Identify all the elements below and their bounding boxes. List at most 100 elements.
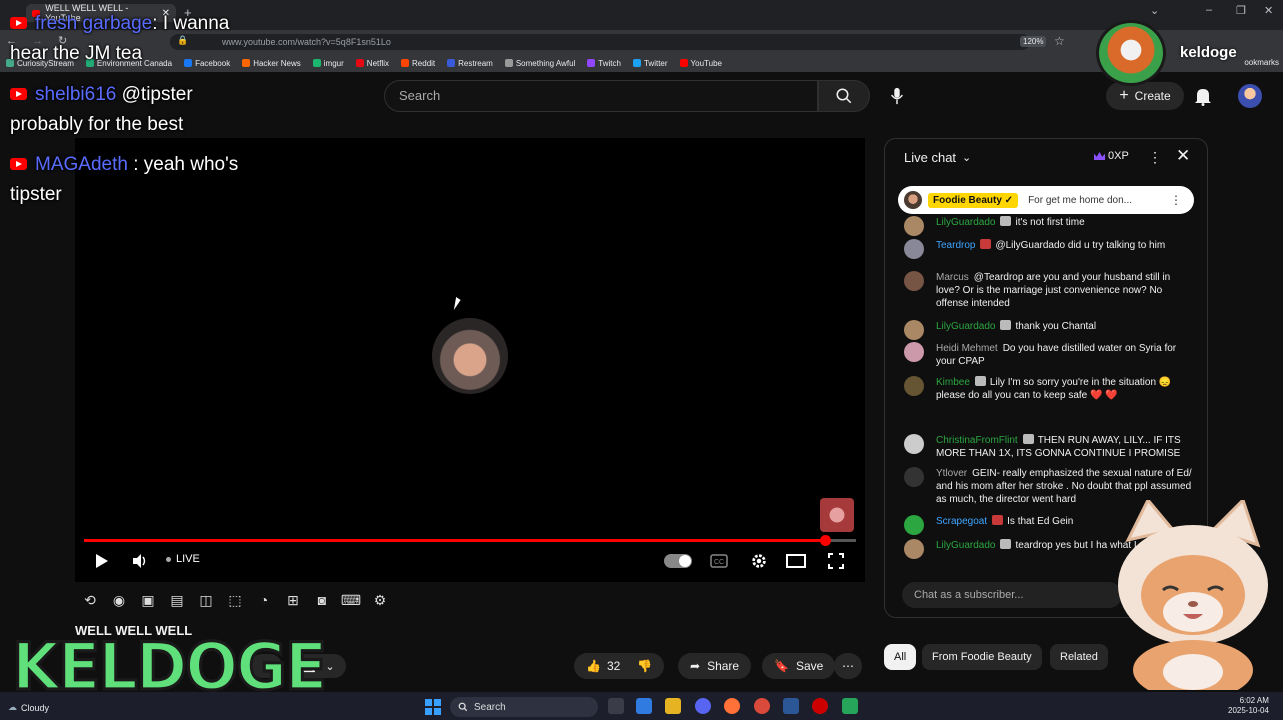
chat-username[interactable]: Ytlover	[936, 468, 967, 479]
create-button[interactable]: + Create	[1106, 82, 1184, 110]
account-avatar[interactable]	[1238, 84, 1262, 108]
bookmark-label: Twitter	[643, 58, 668, 68]
theater-mode-button[interactable]	[785, 551, 807, 571]
keyboard-icon[interactable]: ⌨	[341, 590, 361, 610]
chat-message[interactable]: Kimbee Lily I'm so sorry you're in the si…	[904, 376, 1194, 402]
chat-username[interactable]: LilyGuardado	[936, 217, 995, 228]
notifications-button[interactable]	[1194, 86, 1212, 111]
progress-scrubber-handle[interactable]	[820, 535, 831, 546]
pinned-more-icon[interactable]: ⋮	[1170, 193, 1182, 207]
media-app-icon[interactable]	[754, 698, 770, 714]
file-explorer-icon[interactable]	[665, 698, 681, 714]
like-button[interactable]: 👍 32	[586, 659, 620, 673]
chat-message[interactable]: Marcus @Teardrop are you and your husband…	[904, 271, 1194, 310]
minimize-icon[interactable]: –	[1206, 4, 1212, 16]
chip-related[interactable]: Related	[1050, 644, 1108, 670]
chat-message[interactable]: Teardrop @LilyGuardado did u try talking …	[904, 239, 1194, 259]
bookmark-item[interactable]: Reddit	[401, 59, 435, 68]
bookmark-item[interactable]: Twitter	[632, 58, 668, 68]
chat-username[interactable]: LilyGuardado	[936, 321, 995, 332]
close-window-icon[interactable]: ✕	[1264, 4, 1273, 17]
taskbar-clock[interactable]: 6:02 AM 2025-10-04	[1228, 696, 1269, 716]
word-icon[interactable]	[783, 698, 799, 714]
overlay-text: yeah who's	[143, 154, 239, 175]
crop-icon[interactable]: ⬚	[225, 590, 245, 610]
zoom-indicator[interactable]: 120%	[1020, 36, 1047, 47]
chat-avatar	[904, 216, 924, 236]
chat-username[interactable]: Marcus	[936, 272, 969, 283]
bookmark-item[interactable]: imgur	[312, 59, 344, 68]
bookmark-item[interactable]: Something Awful	[504, 59, 575, 68]
settings-button[interactable]	[748, 550, 770, 572]
chat-text: Lily I'm so sorry you're in the situatio…	[936, 377, 1172, 401]
bookmark-item[interactable]: Netflix	[355, 59, 389, 68]
live-chat-header[interactable]: Live chat ⌄	[904, 150, 971, 165]
add-clip-icon[interactable]: ⊞	[283, 590, 303, 610]
audio-icon[interactable]: ◉	[109, 590, 129, 610]
copilot-icon[interactable]	[636, 698, 652, 714]
clapperboard-icon[interactable]: ▤	[167, 590, 187, 610]
bookmark-item[interactable]: Twitch	[587, 59, 621, 68]
fullscreen-button[interactable]	[825, 551, 847, 571]
chat-avatar	[904, 239, 924, 259]
bookmark-item[interactable]: YouTube	[679, 59, 722, 68]
bookmark-star-icon[interactable]: ☆	[1054, 34, 1065, 48]
chip-from-channel[interactable]: From Foodie Beauty	[922, 644, 1042, 670]
chip-all[interactable]: All	[884, 644, 917, 670]
pinned-message[interactable]: Foodie Beauty ✓ For get me home don... ⋮	[898, 186, 1194, 214]
taskbar-search[interactable]: Search	[450, 697, 598, 717]
pip-icon[interactable]: ◫	[196, 590, 216, 610]
chat-username[interactable]: Kimbee	[936, 377, 970, 388]
start-button[interactable]	[425, 699, 441, 715]
volume-button[interactable]	[130, 551, 150, 571]
bookmark-item[interactable]: Restream	[447, 59, 493, 68]
chat-more-icon[interactable]: ⋮	[1148, 149, 1162, 166]
camera-icon[interactable]: ◙	[312, 590, 332, 610]
chat-username[interactable]: LilyGuardado	[936, 540, 995, 551]
speed-icon[interactable]: ◔	[254, 590, 274, 610]
chat-username[interactable]: ChristinaFromFlint	[936, 435, 1018, 446]
voice-search-button[interactable]	[880, 80, 914, 112]
share-icon: ➦	[690, 659, 701, 673]
youtube-app-icon[interactable]	[812, 698, 828, 714]
extension-gear-icon[interactable]: ⚙	[370, 590, 390, 610]
search-input[interactable]: Search	[384, 80, 818, 112]
tab-list-icon[interactable]: ⌄	[1150, 4, 1159, 17]
play-button[interactable]	[92, 551, 112, 571]
save-button[interactable]: 🔖 Save	[762, 653, 836, 679]
chat-username[interactable]: Scrapegoat	[936, 516, 987, 527]
captions-button[interactable]: CC	[708, 551, 730, 571]
maximize-icon[interactable]: ❐	[1236, 4, 1246, 17]
url-field[interactable]: www.youtube.com/watch?v=5q8F1sn51Lo	[170, 34, 1030, 50]
autoplay-toggle[interactable]	[664, 554, 692, 568]
chat-message[interactable]: Heidi Mehmet Do you have distilled water …	[904, 342, 1194, 368]
xp-value: 0XP	[1108, 150, 1129, 162]
share-button[interactable]: ➦ Share	[678, 653, 752, 679]
chat-message[interactable]: ChristinaFromFlint THEN RUN AWAY, LILY...…	[904, 434, 1194, 460]
dislike-button[interactable]: 👎	[637, 659, 652, 673]
task-view-icon[interactable]	[608, 698, 624, 714]
overlay-username: shelbi616	[35, 84, 117, 105]
chat-message[interactable]: LilyGuardado thank you Chantal	[904, 320, 1194, 340]
search-button[interactable]	[818, 80, 870, 112]
progress-bar-played[interactable]	[84, 539, 826, 542]
chat-username[interactable]: Teardrop	[936, 240, 975, 251]
chat-input[interactable]: Chat as a subscriber...	[902, 582, 1122, 608]
xp-badge[interactable]: 0XP	[1094, 150, 1129, 162]
bookmark-item[interactable]: Hacker News	[242, 59, 301, 68]
all-bookmarks-link[interactable]: ookmarks	[1244, 58, 1279, 67]
more-actions-button[interactable]: ⋯	[834, 653, 862, 679]
live-indicator[interactable]: LIVE	[166, 553, 200, 565]
terminal-app-icon[interactable]	[842, 698, 858, 714]
youtube-badge-icon	[10, 17, 27, 29]
bookmark-item[interactable]: Facebook	[184, 59, 230, 68]
chat-message[interactable]: LilyGuardado it's not first time	[904, 216, 1194, 236]
discord-icon[interactable]	[695, 698, 711, 714]
close-chat-icon[interactable]: ✕	[1176, 146, 1190, 166]
chat-input-placeholder: Chat as a subscriber...	[914, 589, 1024, 601]
weather-widget[interactable]: ☁ Cloudy	[8, 702, 49, 713]
firefox-icon[interactable]	[724, 698, 740, 714]
screenshot-icon[interactable]: ▣	[138, 590, 158, 610]
chat-username[interactable]: Heidi Mehmet	[936, 343, 998, 354]
loop-icon[interactable]: ⟲	[80, 590, 100, 610]
